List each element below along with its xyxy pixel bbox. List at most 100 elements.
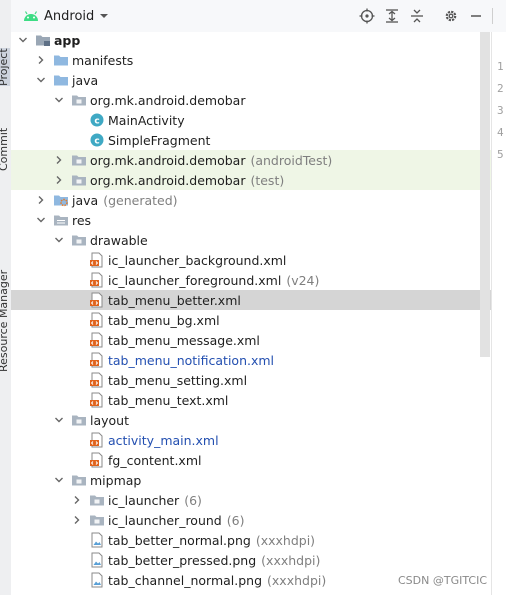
tree-row-qualifier: (test) [250, 172, 285, 188]
tree-row[interactable]: c MainActivity [11, 110, 491, 130]
tree-row[interactable]: activity_main.xml [11, 430, 491, 450]
collapse-all-icon[interactable] [408, 7, 426, 25]
tree-row-qualifier: (androidTest) [250, 152, 333, 168]
tree-row[interactable]: manifests [11, 50, 491, 70]
tree-row-label: java [72, 72, 99, 88]
vertical-scrollbar[interactable] [480, 32, 490, 357]
generated-folder-icon [53, 192, 69, 208]
toolbar-divider [492, 8, 506, 24]
svg-text:c: c [94, 117, 99, 127]
tree-row-label: tab_better_pressed.png [108, 552, 257, 568]
tree-row-label: org.mk.android.demobar [90, 92, 246, 108]
tree-row-label: tab_menu_bg.xml [108, 312, 220, 328]
chevron-right-icon[interactable] [71, 490, 83, 510]
xml-file-icon [89, 452, 105, 468]
tree-row-label: java [72, 192, 99, 208]
tree-row[interactable]: org.mk.android.demobar (androidTest) [11, 150, 491, 170]
resource-manager-tool-tab[interactable]: Resource Manager [0, 270, 10, 372]
tree-row-qualifier: (generated) [103, 192, 178, 208]
project-tool-tab[interactable]: Project [0, 48, 10, 86]
gear-icon[interactable] [442, 7, 460, 25]
tree-row[interactable]: tab_menu_text.xml [11, 390, 491, 410]
tree-row-qualifier: (xxxhdpi) [267, 572, 327, 588]
tree-row[interactable]: ic_launcher_round (6) [11, 510, 491, 530]
line-number: 4 [497, 126, 504, 139]
tree-row-label: ic_launcher_foreground.xml [108, 272, 282, 288]
chevron-down-icon[interactable] [53, 230, 65, 250]
commit-tool-tab[interactable]: Commit [0, 128, 10, 171]
xml-file-icon [89, 292, 105, 308]
line-number: 5 [497, 148, 504, 161]
folder-icon [53, 72, 69, 88]
tree-row-label: manifests [72, 52, 134, 68]
tree-row-label: SimpleFragment [108, 132, 211, 148]
chevron-down-icon [100, 14, 109, 18]
tree-row[interactable]: res [11, 210, 491, 230]
tree-row[interactable]: tab_menu_setting.xml [11, 370, 491, 390]
resource-folder-icon [53, 212, 69, 228]
chevron-down-icon[interactable] [35, 210, 47, 230]
xml-file-icon [89, 312, 105, 328]
tree-row-label: drawable [90, 232, 148, 248]
editor-gutter: 1 2 3 4 5 [491, 32, 506, 595]
tree-row[interactable]: java [11, 70, 491, 90]
tree-row[interactable]: ic_launcher_foreground.xml (v24) [11, 270, 491, 290]
tree-row[interactable]: app [11, 32, 491, 50]
tree-row[interactable]: c SimpleFragment [11, 130, 491, 150]
tree-row-label: mipmap [90, 472, 142, 488]
line-number: 3 [497, 104, 504, 117]
tree-row[interactable]: tab_better_pressed.png (xxxhdpi) [11, 550, 491, 570]
minimize-icon[interactable] [467, 7, 485, 25]
tree-row[interactable]: fg_content.xml [11, 450, 491, 470]
svg-text:c: c [94, 137, 99, 147]
tree-row[interactable]: ic_launcher (6) [11, 490, 491, 510]
view-mode-label: Android [44, 8, 95, 24]
tree-row-label: app [54, 32, 81, 48]
tree-row[interactable]: mipmap [11, 470, 491, 490]
chevron-down-icon[interactable] [53, 90, 65, 110]
chevron-down-icon[interactable] [17, 32, 29, 50]
tree-row[interactable]: tab_menu_bg.xml [11, 310, 491, 330]
view-mode-selector[interactable]: Android [23, 6, 109, 26]
line-number: 1 [497, 60, 504, 73]
xml-file-icon [89, 372, 105, 388]
tree-row-label: org.mk.android.demobar [90, 172, 246, 188]
tree-row[interactable]: tab_menu_message.xml [11, 330, 491, 350]
chevron-down-icon[interactable] [35, 70, 47, 90]
tree-row-label: tab_better_normal.png [108, 532, 251, 548]
tree-row[interactable]: tab_menu_better.xml [11, 290, 491, 310]
tree-row[interactable]: tab_menu_notification.xml [11, 350, 491, 370]
project-toolbar: Android [11, 0, 506, 33]
package-folder-icon [89, 512, 105, 528]
tree-row-label: tab_channel_normal.png [108, 572, 263, 588]
locate-icon[interactable] [358, 7, 376, 25]
tree-row-label: tab_menu_message.xml [108, 332, 260, 348]
chevron-down-icon[interactable] [53, 470, 65, 490]
tree-row[interactable]: org.mk.android.demobar (test) [11, 170, 491, 190]
tree-row-label: fg_content.xml [108, 452, 202, 468]
chevron-down-icon[interactable] [53, 410, 65, 430]
xml-file-icon [89, 272, 105, 288]
expand-all-icon[interactable] [383, 7, 401, 25]
tree-row-qualifier: (xxxhdpi) [255, 532, 316, 548]
package-folder-icon [71, 92, 87, 108]
tree-row[interactable]: ic_launcher_background.xml [11, 250, 491, 270]
tree-row[interactable]: tab_better_normal.png (xxxhdpi) [11, 530, 491, 550]
tree-row[interactable]: layout [11, 410, 491, 430]
tree-row-label: layout [90, 412, 130, 428]
image-file-icon [89, 572, 105, 588]
chevron-right-icon[interactable] [53, 170, 65, 190]
chevron-right-icon[interactable] [71, 510, 83, 530]
tree-row-label: tab_menu_notification.xml [108, 352, 275, 368]
folder-icon [53, 52, 69, 68]
xml-file-icon [89, 432, 105, 448]
chevron-right-icon[interactable] [53, 150, 65, 170]
tree-row[interactable]: java (generated) [11, 190, 491, 210]
java-class-icon: c [89, 132, 105, 148]
tree-row[interactable]: org.mk.android.demobar [11, 90, 491, 110]
tree-row[interactable]: drawable [11, 230, 491, 250]
chevron-right-icon[interactable] [35, 190, 47, 210]
chevron-right-icon[interactable] [35, 50, 47, 70]
package-folder-icon [71, 412, 87, 428]
android-icon [24, 11, 38, 21]
